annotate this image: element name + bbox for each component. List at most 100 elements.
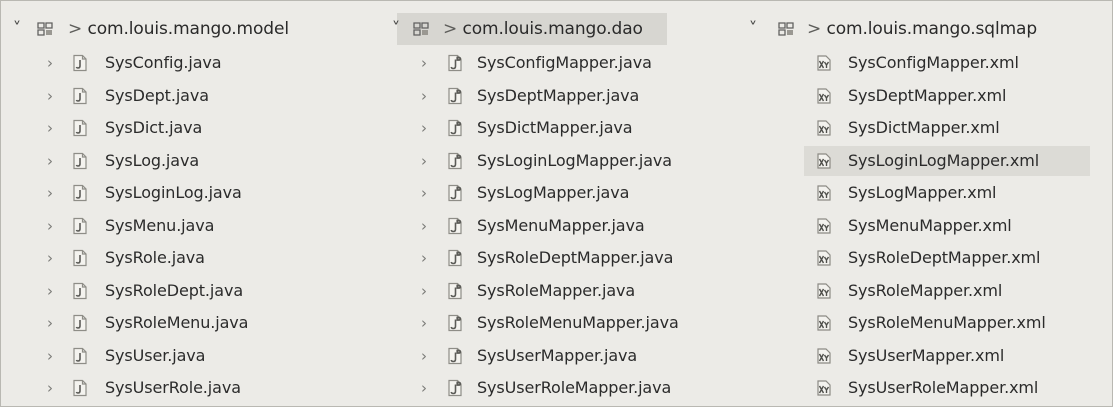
java-file-item[interactable]: › SysRoleDeptMapper.java [377, 243, 732, 273]
chevron-right-icon[interactable]: › [415, 48, 433, 78]
java-file-item[interactable]: › SysUserMapper.java [377, 341, 732, 371]
package-name: com.louis.mango.model [87, 19, 289, 39]
java-file-icon [73, 54, 87, 72]
package-label: > com.louis.mango.sqlmap [807, 13, 1037, 45]
file-name-label: SysUser.java [105, 345, 206, 365]
xml-file-item[interactable]: SysDictMapper.xml [734, 113, 1112, 143]
chevron-right-icon[interactable]: › [41, 48, 59, 78]
java-file-item[interactable]: › SysDeptMapper.java [377, 81, 732, 111]
java-file-item[interactable]: › SysRoleMenuMapper.java [377, 308, 732, 338]
java-file-icon [448, 152, 462, 169]
chevron-right-icon[interactable]: › [41, 146, 59, 176]
file-name-label: SysUserMapper.java [477, 345, 638, 365]
chevron-right-icon[interactable]: › [415, 81, 433, 111]
chevron-right-icon[interactable]: › [415, 243, 433, 273]
file-name-label: SysUserMapper.xml [848, 345, 1005, 365]
java-file-item[interactable]: › SysLog.java [1, 146, 373, 176]
java-file-item[interactable]: › SysRoleMapper.java [377, 276, 732, 306]
java-file-icon [448, 249, 462, 267]
xml-file-item[interactable]: SysLoginLogMapper.xml [804, 145, 1090, 176]
xml-file-item[interactable]: SysRoleMapper.xml [734, 276, 1112, 306]
chevron-right-icon[interactable]: › [41, 276, 59, 306]
file-name-label: SysUserRoleMapper.xml [848, 378, 1039, 397]
java-file-item[interactable]: › SysUser.java [1, 341, 373, 371]
java-file-item[interactable]: › SysConfig.java [1, 48, 373, 78]
xml-file-item[interactable]: SysRoleDeptMapper.xml [734, 243, 1112, 273]
java-file-item[interactable]: › SysLoginLogMapper.java [377, 146, 732, 176]
file-name-label: SysRoleDeptMapper.java [477, 248, 674, 267]
java-file-item[interactable]: › SysUserRoleMapper.java [377, 373, 732, 403]
chevron-right-icon[interactable]: › [41, 373, 59, 403]
package-prefix: > [807, 19, 822, 39]
package-label: > com.louis.mango.model [68, 13, 289, 45]
xml-file-item[interactable]: SysMenuMapper.xml [734, 211, 1112, 241]
chevron-right-icon[interactable]: › [415, 341, 433, 371]
java-file-item[interactable]: › SysDict.java [1, 113, 373, 143]
chevron-right-icon[interactable]: › [415, 308, 433, 338]
package-name: com.louis.mango.dao [462, 19, 643, 39]
xml-file-item[interactable]: SysConfigMapper.xml [734, 48, 1112, 78]
java-file-item[interactable]: › SysConfigMapper.java [377, 48, 732, 78]
xml-file-icon [817, 55, 831, 71]
file-name-label: SysRoleMapper.java [477, 280, 636, 300]
java-file-item[interactable]: › SysDictMapper.java [377, 113, 732, 143]
java-file-item[interactable]: › SysMenu.java [1, 211, 373, 241]
file-name-label: SysDict.java [105, 118, 203, 137]
java-file-icon [73, 119, 87, 137]
xml-file-icon [817, 282, 831, 299]
chevron-right-icon[interactable]: › [41, 341, 59, 371]
file-name-label: SysLoginLog.java [105, 183, 242, 202]
java-file-icon [73, 249, 87, 267]
java-file-item[interactable]: › SysLoginLog.java [1, 178, 373, 208]
chevron-down-icon[interactable]: ˅ [387, 13, 405, 43]
xml-file-item[interactable]: SysLogMapper.xml [734, 178, 1112, 208]
chevron-right-icon[interactable]: › [415, 113, 433, 143]
file-name-label: SysLog.java [105, 150, 200, 170]
file-name-label: SysUserRoleMapper.java [477, 378, 672, 397]
package-prefix: > [443, 19, 458, 39]
file-name-label: SysConfigMapper.xml [848, 53, 1019, 72]
xml-file-item[interactable]: SysUserMapper.xml [734, 341, 1112, 371]
file-name-label: SysRole.java [105, 248, 205, 267]
chevron-right-icon[interactable]: › [41, 178, 59, 208]
tree-node-dao-package[interactable]: ˅ > com.louis.mango.dao [392, 13, 667, 45]
tree-node-sqlmap-package[interactable]: ˅ > com.louis.mango.sqlmap [734, 13, 1112, 45]
xml-file-icon [817, 120, 831, 136]
chevron-right-icon[interactable]: › [415, 373, 433, 403]
package-name: com.louis.mango.sqlmap [826, 19, 1038, 39]
java-file-item[interactable]: › SysRoleMenu.java [1, 308, 373, 338]
xml-file-item[interactable]: SysDeptMapper.xml [734, 81, 1112, 111]
java-file-item[interactable]: › SysRole.java [1, 243, 373, 273]
file-name-label: SysConfigMapper.java [477, 53, 652, 72]
java-file-item[interactable]: › SysMenuMapper.java [377, 211, 732, 241]
tree-node-model-package[interactable]: ˅ > com.louis.mango.model [1, 13, 373, 45]
java-file-icon [73, 184, 87, 202]
chevron-right-icon[interactable]: › [415, 211, 433, 241]
chevron-right-icon[interactable]: › [415, 178, 433, 208]
java-file-item[interactable]: › SysUserRole.java [1, 373, 373, 403]
java-file-item[interactable]: › SysDept.java [1, 81, 373, 111]
file-name-label: SysDept.java [105, 85, 209, 105]
java-file-icon [73, 217, 87, 234]
file-name-label: SysLoginLogMapper.java [477, 150, 672, 170]
package-icon [778, 22, 794, 36]
chevron-right-icon[interactable]: › [41, 243, 59, 273]
chevron-right-icon[interactable]: › [415, 146, 433, 176]
file-name-label: SysMenuMapper.xml [848, 215, 1012, 235]
java-file-item[interactable]: › SysLogMapper.java [377, 178, 732, 208]
chevron-down-icon[interactable]: ˅ [744, 13, 762, 43]
file-name-label: SysDeptMapper.xml [848, 85, 1007, 105]
chevron-right-icon[interactable]: › [41, 113, 59, 143]
chevron-right-icon[interactable]: › [41, 81, 59, 111]
java-file-item[interactable]: › SysRoleDept.java [1, 276, 373, 306]
package-icon [413, 22, 429, 36]
xml-file-item[interactable]: SysRoleMenuMapper.xml [734, 308, 1112, 338]
chevron-down-icon[interactable]: ˅ [8, 13, 26, 43]
xml-file-item[interactable]: SysUserRoleMapper.xml [734, 373, 1112, 403]
java-file-icon [448, 119, 462, 137]
chevron-right-icon[interactable]: › [415, 276, 433, 306]
file-name-label: SysDictMapper.xml [848, 118, 1000, 137]
chevron-right-icon[interactable]: › [41, 211, 59, 241]
file-name-label: SysRoleMenuMapper.xml [848, 313, 1046, 332]
chevron-right-icon[interactable]: › [41, 308, 59, 338]
